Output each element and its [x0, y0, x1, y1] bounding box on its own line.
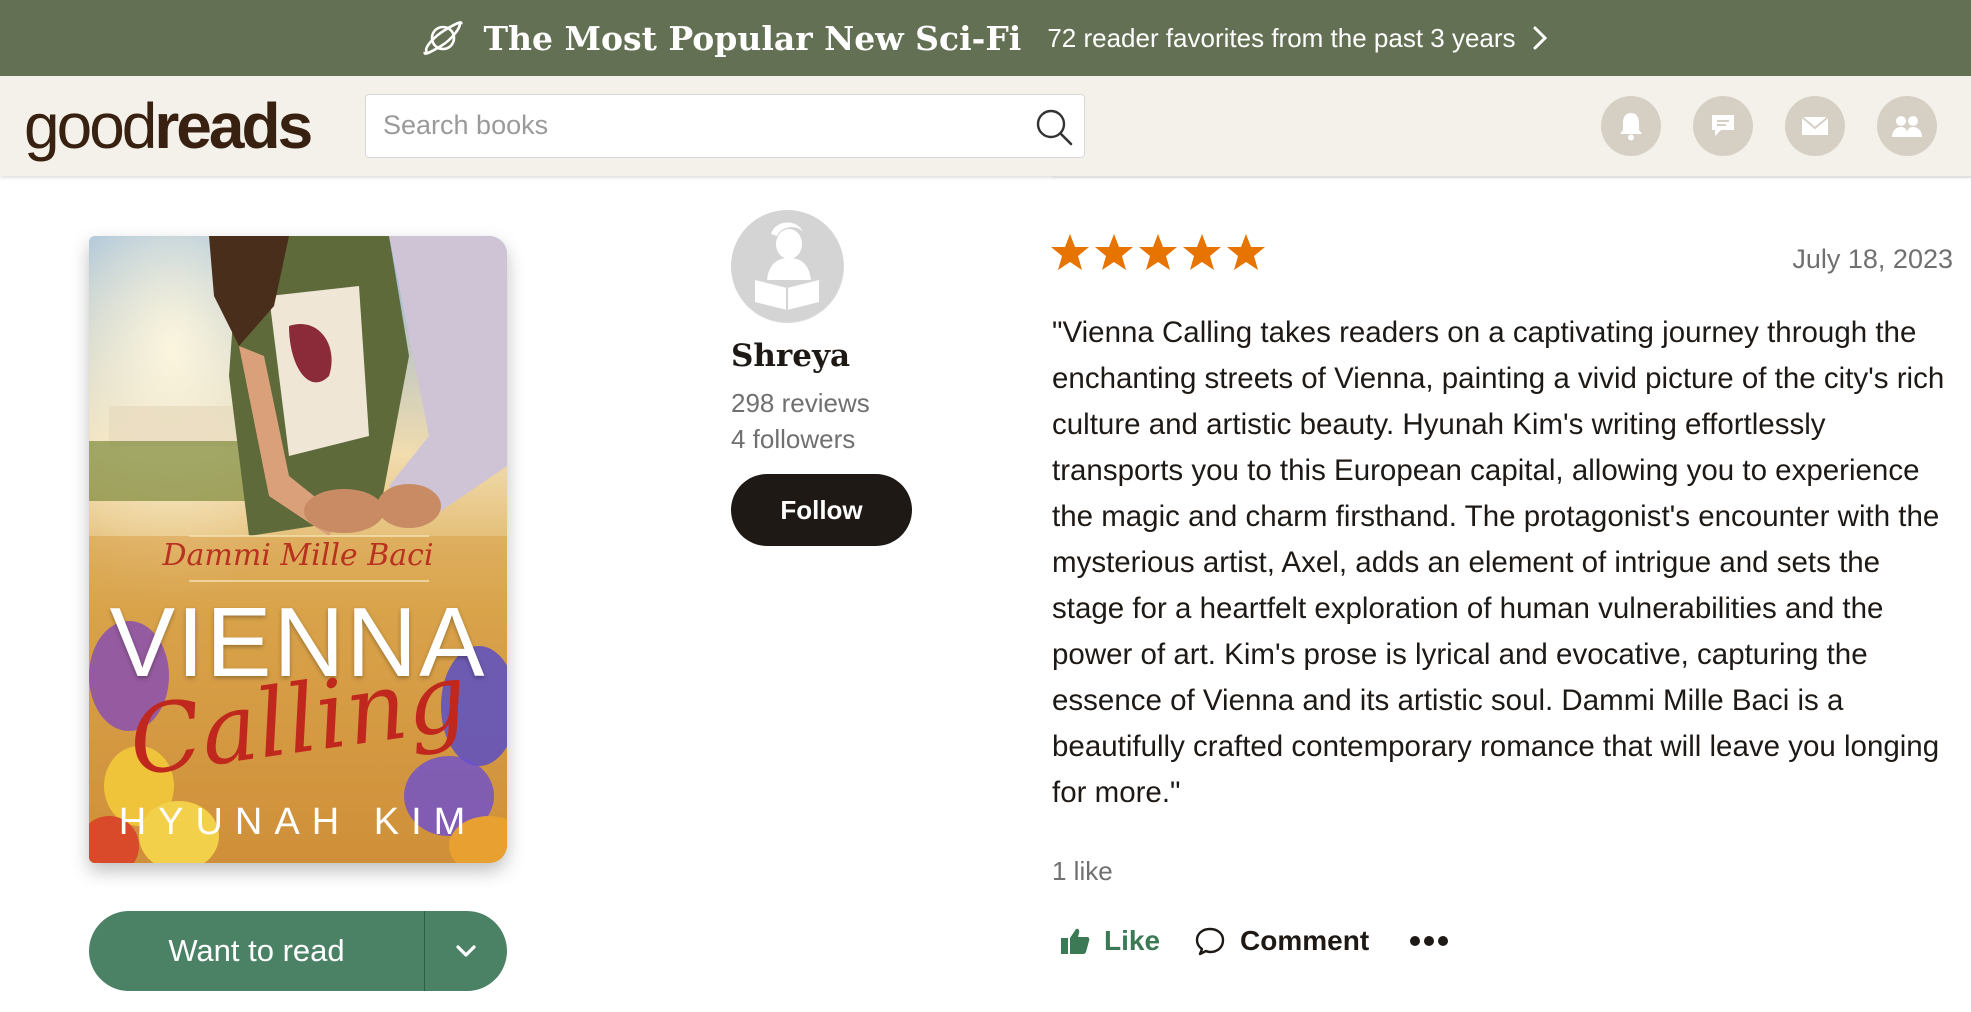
chat-icon [1712, 115, 1734, 136]
want-to-read-button[interactable]: Want to read [89, 911, 425, 991]
shelf-button-group: Want to read [89, 911, 507, 991]
like-label: Like [1104, 925, 1161, 956]
star-icon [1051, 234, 1089, 270]
logo-reads: reads [154, 90, 313, 162]
reviewer-review-count: 298 reviews [731, 388, 870, 418]
chevron-down-icon [456, 945, 476, 957]
search-icon[interactable] [1034, 107, 1074, 147]
friends-icon [1892, 116, 1922, 137]
notifications-button[interactable] [1601, 96, 1661, 156]
user-silhouette-icon [731, 210, 843, 322]
star-icon [1183, 234, 1221, 270]
review-text: "Vienna Calling takes readers on a capti… [1052, 316, 1945, 809]
reviewer-avatar[interactable] [731, 210, 844, 323]
promo-banner[interactable]: The Most Popular New Sci-Fi 72 reader fa… [0, 0, 1971, 76]
planet-icon [423, 21, 464, 55]
shelf-dropdown-button[interactable] [425, 911, 507, 991]
review-date[interactable]: July 18, 2023 [1792, 244, 1953, 275]
promo-subtitle: 72 reader favorites from the past 3 year… [1047, 22, 1516, 53]
star-icon [1139, 234, 1177, 270]
search-input[interactable] [366, 95, 1016, 156]
site-header: goodreads [0, 76, 1971, 176]
cover-series: Dammi Mille Baci [162, 538, 434, 573]
reviewer-name[interactable]: Shreya [731, 338, 850, 374]
search-box [365, 94, 1085, 158]
friends-button[interactable] [1877, 96, 1937, 156]
more-options-icon[interactable] [1409, 934, 1449, 948]
star-icon [1095, 234, 1133, 270]
comment-label: Comment [1240, 925, 1370, 956]
comment-button[interactable]: Comment [1194, 925, 1369, 957]
bell-icon [1620, 113, 1642, 141]
likes-count[interactable]: 1 like [1052, 856, 1113, 887]
comment-icon [1195, 927, 1225, 956]
messages-button[interactable] [1785, 96, 1845, 156]
promo-title: The Most Popular New Sci-Fi [483, 18, 1022, 58]
like-button[interactable]: Like [1060, 925, 1160, 957]
chevron-right-icon [1533, 26, 1547, 50]
thumbs-up-icon [1061, 928, 1090, 954]
reviewer-followers: 4 followers [731, 424, 856, 454]
mail-icon [1801, 116, 1829, 135]
star-icon [1227, 234, 1265, 270]
divider [1052, 176, 1971, 178]
rating-stars [1050, 232, 1266, 272]
review-actions: Like Comment [1060, 925, 1449, 957]
follow-button[interactable]: Follow [731, 474, 912, 546]
cover-author: HYUNAH KIM [118, 801, 478, 843]
book-cover[interactable]: Dammi Mille Baci VIENNA Calling HYUNAH K… [89, 236, 507, 863]
goodreads-logo[interactable]: goodreads [24, 86, 313, 166]
discussions-button[interactable] [1693, 96, 1753, 156]
logo-good: good [24, 90, 157, 162]
